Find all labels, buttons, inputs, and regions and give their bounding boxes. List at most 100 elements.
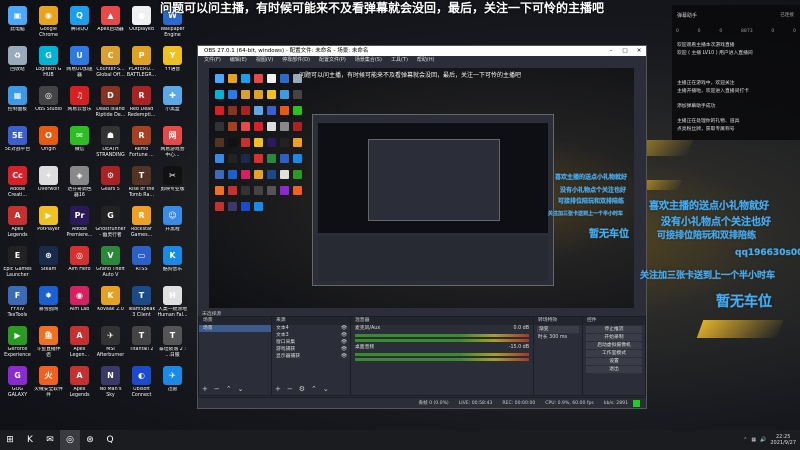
desktop-icon[interactable]: ● Outplayed [126, 2, 157, 42]
eye-icon[interactable]: 👁 [341, 353, 350, 360]
volume-icon[interactable]: 🔊 [760, 437, 766, 443]
desktop-icon[interactable]: ✸ 暴雪战网 [33, 282, 64, 322]
desktop-icon[interactable]: 火火绒安全软件 件 [33, 362, 64, 402]
desktop-icon[interactable]: ◉ Aim Lab [64, 282, 95, 322]
obs-window[interactable]: OBS 27.0.1 (64-bit, windows) - 配置文件: 未命名… [197, 45, 647, 409]
desktop-icon[interactable]: ✈ MSI Afterburner [95, 322, 126, 362]
control-button[interactable]: 开始录制 [586, 334, 642, 341]
desktop-icon[interactable]: N No Man's Sky [95, 362, 126, 402]
desktop-icon[interactable]: G Logitech G HUB [33, 42, 64, 82]
menu-item[interactable]: 文件(F) [204, 56, 221, 65]
desktop-icon[interactable]: R Remo Fortune ... [126, 122, 157, 162]
menu-item[interactable]: 配置文件(P) [319, 56, 346, 65]
menu-item[interactable]: 工具(T) [391, 56, 408, 65]
desktop-icon[interactable]: ◐ Ubisoft Connect [126, 362, 157, 402]
remove-icon[interactable]: − [287, 385, 293, 393]
gear-icon[interactable]: ⚙ [299, 385, 305, 393]
desktop-icon[interactable]: D Dead Island Riptide De... [95, 82, 126, 122]
desktop-icon[interactable]: ▭ RTSS [126, 242, 157, 282]
desktop-icon[interactable]: O Origin [33, 122, 64, 162]
eye-icon[interactable]: 👁 [341, 325, 350, 332]
desktop-icon[interactable]: Pr Adobe Premiere... [64, 202, 95, 242]
desktop-icon[interactable]: ◈ 达芬奇调色 器16 [64, 162, 95, 202]
up-icon[interactable]: ⌃ [226, 385, 232, 393]
desktop-icon[interactable]: T Titanfall 2 [126, 322, 157, 362]
close-icon[interactable]: ✕ [632, 46, 646, 56]
menu-item[interactable]: 视图(V) [256, 56, 273, 65]
taskbar-app[interactable]: ⊛ [80, 430, 100, 450]
desktop-icon[interactable]: A Apex Legends [2, 202, 33, 242]
desktop-icon[interactable]: ◉ Google Chrome [33, 2, 64, 42]
taskbar-app[interactable]: ✉ [40, 430, 60, 450]
desktop-icon[interactable]: ▲ Apex启动器 [95, 2, 126, 42]
control-button[interactable]: 启动虚拟摄像机 [586, 342, 642, 349]
desktop-icon[interactable]: A Apex Legen... [64, 322, 95, 362]
desktop-icon[interactable]: F FFXIV TexTools [2, 282, 33, 322]
desktop-icon[interactable]: H 人类一败涂地 Human Fal... [157, 282, 188, 322]
obs-title-bar[interactable]: OBS 27.0.1 (64-bit, windows) - 配置文件: 未命名… [198, 46, 646, 56]
desktop-icon[interactable]: U 网易UU加速 器 [64, 42, 95, 82]
source-item[interactable]: 文本3 👁 [272, 332, 350, 339]
desktop-icon[interactable]: ♻ 回收站 [2, 42, 33, 82]
add-icon[interactable]: + [275, 385, 281, 393]
eye-icon[interactable]: 👁 [341, 339, 350, 346]
desktop-icon[interactable]: ✉ 微信 [64, 122, 95, 162]
volume-slider[interactable] [355, 358, 529, 361]
desktop-icon[interactable]: K Kovaak 2.0 [95, 282, 126, 322]
source-item[interactable]: 显示器捕获 👁 [272, 353, 350, 360]
desktop-icon[interactable]: P PLAYERU... BATTLEGR... [126, 42, 157, 82]
desktop-icon[interactable]: G GOG GALAXY [2, 362, 33, 402]
desktop-icon[interactable]: ✂ 剪映专业版 [157, 162, 188, 202]
clock[interactable]: 22:25 2021/9/27 [770, 434, 796, 446]
desktop-icon[interactable]: 网网易游戏会 中心... [157, 122, 188, 162]
control-button[interactable]: 退出 [586, 366, 642, 373]
desktop-icon[interactable]: G Ghostrunner - 幽灵行者 [95, 202, 126, 242]
desktop-icon[interactable]: ▶ PotPlayer [33, 202, 64, 242]
menu-item[interactable]: 帮助(H) [417, 56, 435, 65]
menu-item[interactable]: 编辑(E) [230, 56, 247, 65]
desktop-icon[interactable]: C Counter-S... Global Off... [95, 42, 126, 82]
menu-item[interactable]: 场景集合(S) [355, 56, 382, 65]
desktop-icon[interactable]: 鱼斗鱼直播伴 侣 [33, 322, 64, 362]
source-item[interactable]: 文本4 👁 [272, 325, 350, 332]
desktop-icon[interactable]: ◎ OBS Studio [33, 82, 64, 122]
desktop-icon[interactable]: V Grand Theft Auto V [95, 242, 126, 282]
desktop-icon[interactable]: ☺ 开黑啦 [157, 202, 188, 242]
control-button[interactable]: 设置 [586, 358, 642, 365]
desktop-icon[interactable]: ✦ Overwolf [33, 162, 64, 202]
desktop-icon[interactable]: T 泰坦陨落 2 : ...日服 [157, 322, 188, 362]
desktop-icon[interactable]: 5E 5E对战平台 [2, 122, 33, 162]
eye-icon[interactable]: 👁 [341, 346, 350, 353]
tray-expand-icon[interactable]: ⌃ [743, 437, 747, 443]
desktop-icon[interactable]: A Apex Legends [64, 362, 95, 402]
transition-select[interactable]: 渐变 [537, 326, 579, 333]
taskbar-app[interactable]: ◎ [60, 430, 80, 450]
desktop-icon[interactable]: ♫ 网易云音乐 [64, 82, 95, 122]
desktop-icon[interactable]: ✚ 小黑盒 [157, 82, 188, 122]
network-icon[interactable]: ▦ [751, 437, 756, 443]
duration-input[interactable]: 300 ms [549, 335, 567, 340]
source-item[interactable]: 窗口采集 👁 [272, 339, 350, 346]
desktop-icon[interactable]: ▦ 控制面板 [2, 82, 33, 122]
desktop-icon[interactable]: T Rise of the Tomb Ra... [126, 162, 157, 202]
desktop-icon[interactable]: R Rockstar Games... [126, 202, 157, 242]
add-icon[interactable]: + [202, 385, 208, 393]
desktop-icon[interactable]: ⊛ Steam [33, 242, 64, 282]
taskbar-app[interactable]: Q [100, 430, 120, 450]
down-icon[interactable]: ⌄ [238, 385, 244, 393]
control-button[interactable]: 工作室模式 [586, 350, 642, 357]
menu-item[interactable]: 停靠部件(D) [282, 56, 310, 65]
minimize-icon[interactable]: – [604, 46, 618, 56]
windows-start-icon[interactable]: ⊞ [0, 430, 20, 450]
up-icon[interactable]: ⌃ [311, 385, 317, 393]
scene-item[interactable]: 场景 [199, 325, 271, 332]
remove-icon[interactable]: − [214, 385, 220, 393]
desktop-icon[interactable]: E Epic Games Launcher [2, 242, 33, 282]
desktop-icon[interactable]: ▶ GeForce Experience [2, 322, 33, 362]
desktop-icon[interactable]: ◎ Aim Hero [64, 242, 95, 282]
source-item[interactable]: 游戏捕获 👁 [272, 346, 350, 353]
desktop-icon[interactable]: K 酷狗音乐 [157, 242, 188, 282]
desktop-icon[interactable]: Q 腾讯QQ [64, 2, 95, 42]
desktop-icon[interactable]: T TeamSpeak 3 Client [126, 282, 157, 322]
volume-slider[interactable] [355, 339, 529, 342]
